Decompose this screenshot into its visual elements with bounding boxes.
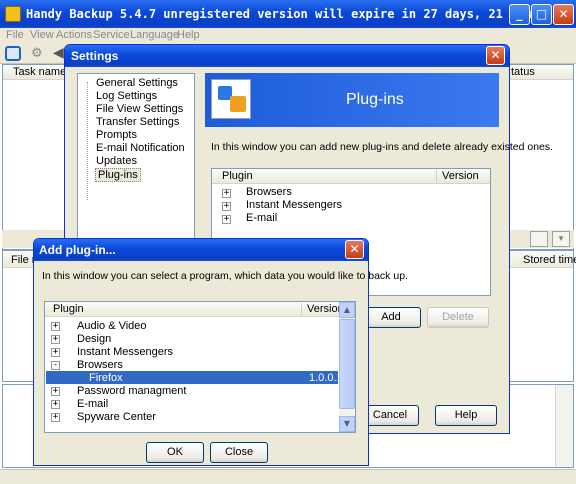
expand-icon[interactable]: + [51, 400, 60, 409]
settings-cancel-button[interactable]: Cancel [361, 405, 419, 426]
installed-plugin-email[interactable]: E-mail [246, 212, 277, 224]
available-plugins-list: Plugin Version + Audio & Video + Design … [44, 301, 356, 433]
menu-help[interactable]: Help [177, 29, 200, 41]
add-plugin-description: In this window you can select a program,… [42, 270, 408, 282]
menu-view[interactable]: View [30, 29, 54, 41]
expand-icon[interactable]: + [51, 387, 60, 396]
filter-combo[interactable] [530, 231, 548, 247]
add-plugin-title-bar[interactable]: Add plug-in... ✕ [34, 239, 368, 261]
expand-icon[interactable]: + [222, 189, 231, 198]
maximize-button[interactable]: □ [531, 4, 552, 25]
plugins-description: In this window you can add new plug-ins … [211, 141, 554, 153]
new-task-icon[interactable] [5, 46, 21, 61]
nav-updates[interactable]: Updates [96, 155, 137, 167]
stored-time-header[interactable]: Stored time [523, 254, 576, 266]
nav-file-view-settings[interactable]: File View Settings [96, 103, 183, 115]
log-scrollbar[interactable] [555, 385, 573, 467]
menu-bar: File View Actions Service Language Help [0, 28, 576, 44]
plugins-header-title: Plug-ins [346, 91, 404, 108]
collapse-icon[interactable]: - [51, 361, 60, 370]
add-plugin-dialog: Add plug-in... ✕ In this window you can … [33, 238, 408, 466]
add-plugin-close-button[interactable]: ✕ [345, 240, 364, 259]
plugin-item-design[interactable]: Design [77, 333, 111, 345]
plugin-puzzle-icon [211, 79, 251, 119]
add-plugin-title: Add plug-in... [39, 243, 116, 257]
status-header[interactable]: tatus [511, 66, 535, 78]
wizard-icon[interactable]: ⚙ [31, 46, 43, 61]
status-bar [0, 469, 576, 484]
task-name-header[interactable]: Task name [13, 66, 66, 78]
plugin-item-email[interactable]: E-mail [77, 398, 108, 410]
expand-icon[interactable]: + [51, 413, 60, 422]
close-dialog-button[interactable]: Close [210, 442, 268, 463]
available-plugin-col[interactable]: Plugin [53, 303, 84, 315]
expand-icon[interactable]: + [222, 215, 231, 224]
expand-icon[interactable]: + [51, 335, 60, 344]
installed-plugin-col[interactable]: Plugin [222, 170, 253, 182]
plugin-item-audio-video[interactable]: Audio & Video [77, 320, 147, 332]
menu-actions[interactable]: Actions [56, 29, 92, 41]
main-title-bar[interactable]: Handy Backup 5.4.7 unregistered version … [0, 0, 576, 28]
delete-button[interactable]: Delete [427, 307, 489, 328]
settings-help-button[interactable]: Help [435, 405, 497, 426]
app-icon [5, 6, 21, 22]
plugin-item-spyware-center[interactable]: Spyware Center [77, 411, 156, 423]
installed-plugin-browsers[interactable]: Browsers [246, 186, 292, 198]
plugins-scrollbar[interactable]: ▲ ▼ [339, 302, 355, 432]
installed-plugin-instant-messengers[interactable]: Instant Messengers [246, 199, 342, 211]
menu-file[interactable]: File [6, 29, 24, 41]
nav-general-settings[interactable]: General Settings [96, 77, 178, 89]
nav-plug-ins[interactable]: Plug-ins [95, 168, 141, 182]
close-button[interactable]: ✕ [553, 4, 574, 25]
plugin-item-browsers[interactable]: Browsers [77, 359, 123, 371]
expand-icon[interactable]: + [222, 202, 231, 211]
filter-button[interactable]: ▾ [552, 231, 570, 247]
nav-transfer-settings[interactable]: Transfer Settings [96, 116, 179, 128]
minimize-button[interactable]: _ [509, 4, 530, 25]
ok-button[interactable]: OK [146, 442, 204, 463]
settings-close-button[interactable]: ✕ [486, 46, 505, 65]
nav-email-notification[interactable]: E-mail Notification [96, 142, 185, 154]
settings-title-bar[interactable]: Settings ✕ [65, 45, 509, 67]
main-title: Handy Backup 5.4.7 unregistered version … [26, 7, 539, 21]
plugin-item-password-managment[interactable]: Password managment [77, 385, 186, 397]
menu-language[interactable]: Language [130, 29, 179, 41]
back-arrow-icon[interactable]: ◀ [53, 45, 64, 61]
menu-service[interactable]: Service [93, 29, 130, 41]
plugin-item-firefox-version: 1.0.0.1 [309, 372, 343, 384]
scroll-thumb[interactable] [339, 319, 355, 409]
scroll-up-icon[interactable]: ▲ [339, 302, 355, 318]
scroll-down-icon[interactable]: ▼ [339, 416, 355, 432]
plugin-item-firefox[interactable]: Firefox [89, 372, 123, 384]
plugins-header-banner: Plug-ins [205, 73, 499, 127]
plugin-item-instant-messengers[interactable]: Instant Messengers [77, 346, 173, 358]
nav-prompts[interactable]: Prompts [96, 129, 137, 141]
add-button[interactable]: Add [361, 307, 421, 328]
settings-title: Settings [71, 49, 119, 63]
nav-log-settings[interactable]: Log Settings [96, 90, 157, 102]
installed-version-col[interactable]: Version [442, 170, 479, 182]
expand-icon[interactable]: + [51, 322, 60, 331]
expand-icon[interactable]: + [51, 348, 60, 357]
